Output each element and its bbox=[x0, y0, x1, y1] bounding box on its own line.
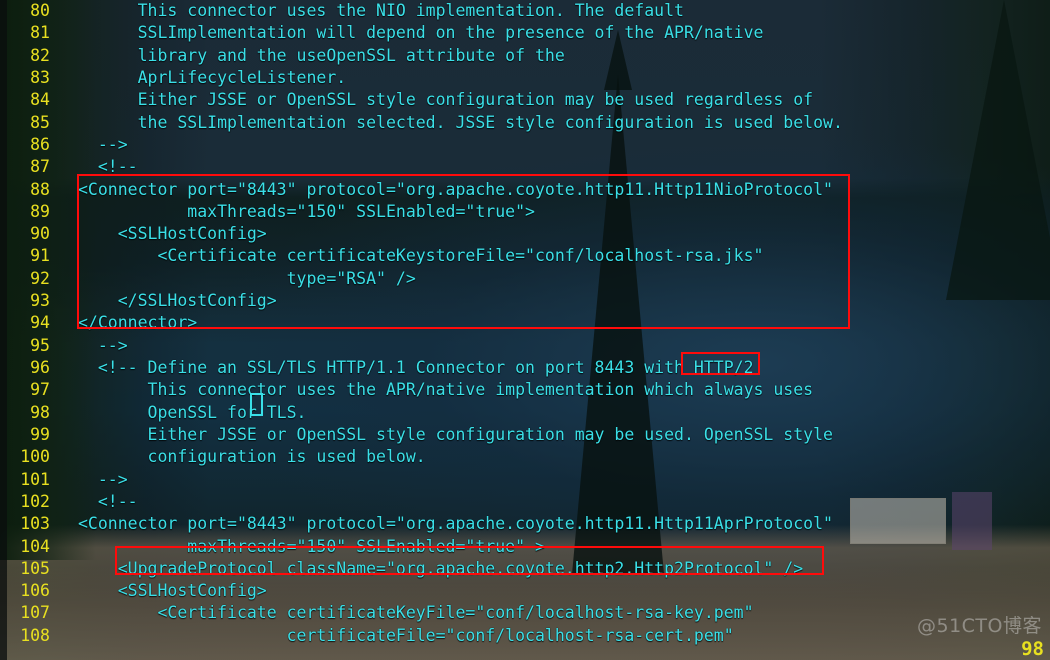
code-line-text[interactable]: <!-- Define an SSL/TLS HTTP/1.1 Connecto… bbox=[78, 357, 754, 379]
line-number: 80 bbox=[30, 1, 50, 20]
code-line-text[interactable]: configuration is used below. bbox=[78, 446, 426, 468]
code-line[interactable]: 104 maxThreads="150" SSLEnabled="true" > bbox=[0, 536, 1050, 558]
line-number: 106 bbox=[20, 581, 50, 601]
code-line-text[interactable]: <SSLHostConfig> bbox=[78, 580, 267, 602]
line-number: 97 bbox=[30, 380, 50, 400]
code-line[interactable]: 101 --> bbox=[0, 469, 1050, 491]
line-number: 89 bbox=[30, 201, 50, 221]
code-line[interactable]: 87 <!-- bbox=[0, 156, 1050, 178]
code-line-text[interactable]: This connector uses the APR/native imple… bbox=[78, 379, 814, 401]
code-line-text[interactable]: AprLifecycleListener. bbox=[78, 67, 347, 89]
line-number: 101 bbox=[20, 469, 50, 489]
code-line-text[interactable]: certificateFile="conf/localhost-rsa-cert… bbox=[78, 625, 734, 647]
line-number: 95 bbox=[30, 335, 50, 355]
code-line[interactable]: 94 </Connector> bbox=[0, 312, 1050, 334]
code-line-text[interactable]: type="RSA" /> bbox=[78, 268, 416, 290]
code-text-area[interactable]: 80 This connector uses the NIO implement… bbox=[0, 0, 1050, 660]
line-number: 107 bbox=[20, 603, 50, 623]
line-number: 81 bbox=[30, 23, 50, 43]
line-number: 103 bbox=[20, 514, 50, 534]
code-line[interactable]: 106 <SSLHostConfig> bbox=[0, 580, 1050, 602]
code-line-text[interactable]: This connector uses the NIO implementati… bbox=[78, 0, 684, 22]
code-line[interactable]: 103 <Connector port="8443" protocol="org.… bbox=[0, 513, 1050, 535]
code-line-text[interactable]: <UpgradeProtocol className="org.apache.c… bbox=[78, 558, 803, 580]
code-line[interactable]: 108 certificateFile="conf/localhost-rsa-… bbox=[0, 625, 1050, 647]
code-line[interactable]: 88 <Connector port="8443" protocol="org.a… bbox=[0, 179, 1050, 201]
code-line-text[interactable]: </SSLHostConfig> bbox=[78, 290, 277, 312]
line-number: 108 bbox=[20, 625, 50, 645]
code-line[interactable]: 95 --> bbox=[0, 335, 1050, 357]
code-line[interactable]: 89 maxThreads="150" SSLEnabled="true"> bbox=[0, 201, 1050, 223]
code-line[interactable]: 83 AprLifecycleListener. bbox=[0, 67, 1050, 89]
code-line-text[interactable]: SSLImplementation will depend on the pre… bbox=[78, 22, 764, 44]
line-number: 90 bbox=[30, 224, 50, 244]
code-line-text[interactable]: <SSLHostConfig> bbox=[78, 223, 267, 245]
line-number: 88 bbox=[30, 179, 50, 199]
code-line-text[interactable]: <Connector port="8443" protocol="org.apa… bbox=[78, 179, 833, 201]
line-number: 87 bbox=[30, 157, 50, 177]
line-number: 85 bbox=[30, 112, 50, 132]
code-line-text[interactable]: library and the useOpenSSL attribute of … bbox=[78, 45, 565, 67]
code-line-text[interactable]: maxThreads="150" SSLEnabled="true" > bbox=[78, 536, 545, 558]
code-line-text[interactable]: </Connector> bbox=[78, 312, 197, 334]
code-line[interactable]: 97 This connector uses the APR/native im… bbox=[0, 379, 1050, 401]
line-number: 94 bbox=[30, 313, 50, 333]
line-number: 104 bbox=[20, 536, 50, 556]
terminal-window: 80 This connector uses the NIO implement… bbox=[0, 0, 1050, 660]
code-line[interactable]: 81 SSLImplementation will depend on the … bbox=[0, 22, 1050, 44]
code-line[interactable]: 100 configuration is used below. bbox=[0, 446, 1050, 468]
code-line[interactable]: 82 library and the useOpenSSL attribute … bbox=[0, 45, 1050, 67]
watermark: @51CTO博客 bbox=[916, 615, 1042, 637]
code-line-text[interactable]: <!-- bbox=[78, 156, 138, 178]
code-line[interactable]: 80 This connector uses the NIO implement… bbox=[0, 0, 1050, 22]
code-line-text[interactable]: <!-- bbox=[78, 491, 138, 513]
code-line-text[interactable]: <Certificate certificateKeystoreFile="co… bbox=[78, 245, 763, 267]
code-line[interactable]: 96 <!-- Define an SSL/TLS HTTP/1.1 Conne… bbox=[0, 357, 1050, 379]
code-line[interactable]: 92 type="RSA" /> bbox=[0, 268, 1050, 290]
line-number: 91 bbox=[30, 246, 50, 266]
code-line-text[interactable]: maxThreads="150" SSLEnabled="true"> bbox=[78, 201, 535, 223]
line-number: 84 bbox=[30, 90, 50, 110]
code-line[interactable]: 84 Either JSSE or OpenSSL style configur… bbox=[0, 89, 1050, 111]
line-number: 96 bbox=[30, 358, 50, 377]
code-line[interactable]: 98 OpenSSL for TLS. bbox=[0, 402, 1050, 424]
line-number: 92 bbox=[30, 268, 50, 288]
code-line-text[interactable]: --> bbox=[78, 469, 128, 491]
line-number: 99 bbox=[30, 424, 50, 444]
code-line[interactable]: 107 <Certificate certificateKeyFile="con… bbox=[0, 602, 1050, 624]
code-line-text[interactable]: <Connector port="8443" protocol="org.apa… bbox=[78, 513, 833, 535]
code-line[interactable]: 99 Either JSSE or OpenSSL style configur… bbox=[0, 424, 1050, 446]
code-line-text[interactable]: <Certificate certificateKeyFile="conf/lo… bbox=[78, 602, 753, 624]
line-number: 102 bbox=[20, 491, 50, 511]
line-number: 86 bbox=[30, 134, 50, 154]
code-line-text[interactable]: the SSLImplementation selected. JSSE sty… bbox=[78, 112, 843, 134]
code-line[interactable]: 105 <UpgradeProtocol className="org.apac… bbox=[0, 558, 1050, 580]
line-number: 100 bbox=[20, 447, 50, 467]
code-line-text[interactable]: Either JSSE or OpenSSL style configurati… bbox=[78, 424, 833, 446]
code-line[interactable]: 86 --> bbox=[0, 134, 1050, 156]
code-line-text[interactable]: --> bbox=[78, 335, 128, 357]
line-number: 83 bbox=[30, 67, 50, 87]
bottom-line-number: 98 bbox=[1021, 638, 1044, 660]
line-number: 105 bbox=[20, 558, 50, 578]
code-line[interactable]: 90 <SSLHostConfig> bbox=[0, 223, 1050, 245]
code-line[interactable]: 93 </SSLHostConfig> bbox=[0, 290, 1050, 312]
code-line[interactable]: 85 the SSLImplementation selected. JSSE … bbox=[0, 112, 1050, 134]
code-line-text[interactable]: Either JSSE or OpenSSL style configurati… bbox=[78, 89, 814, 111]
line-number: 93 bbox=[30, 291, 50, 311]
line-number: 82 bbox=[30, 45, 50, 65]
line-number: 98 bbox=[30, 402, 50, 422]
code-line[interactable]: 91 <Certificate certificateKeystoreFile=… bbox=[0, 245, 1050, 267]
code-line-text[interactable]: --> bbox=[78, 134, 128, 156]
code-line[interactable]: 102 <!-- bbox=[0, 491, 1050, 513]
text-cursor bbox=[250, 393, 263, 416]
code-line-text[interactable]: OpenSSL for TLS. bbox=[78, 402, 307, 424]
